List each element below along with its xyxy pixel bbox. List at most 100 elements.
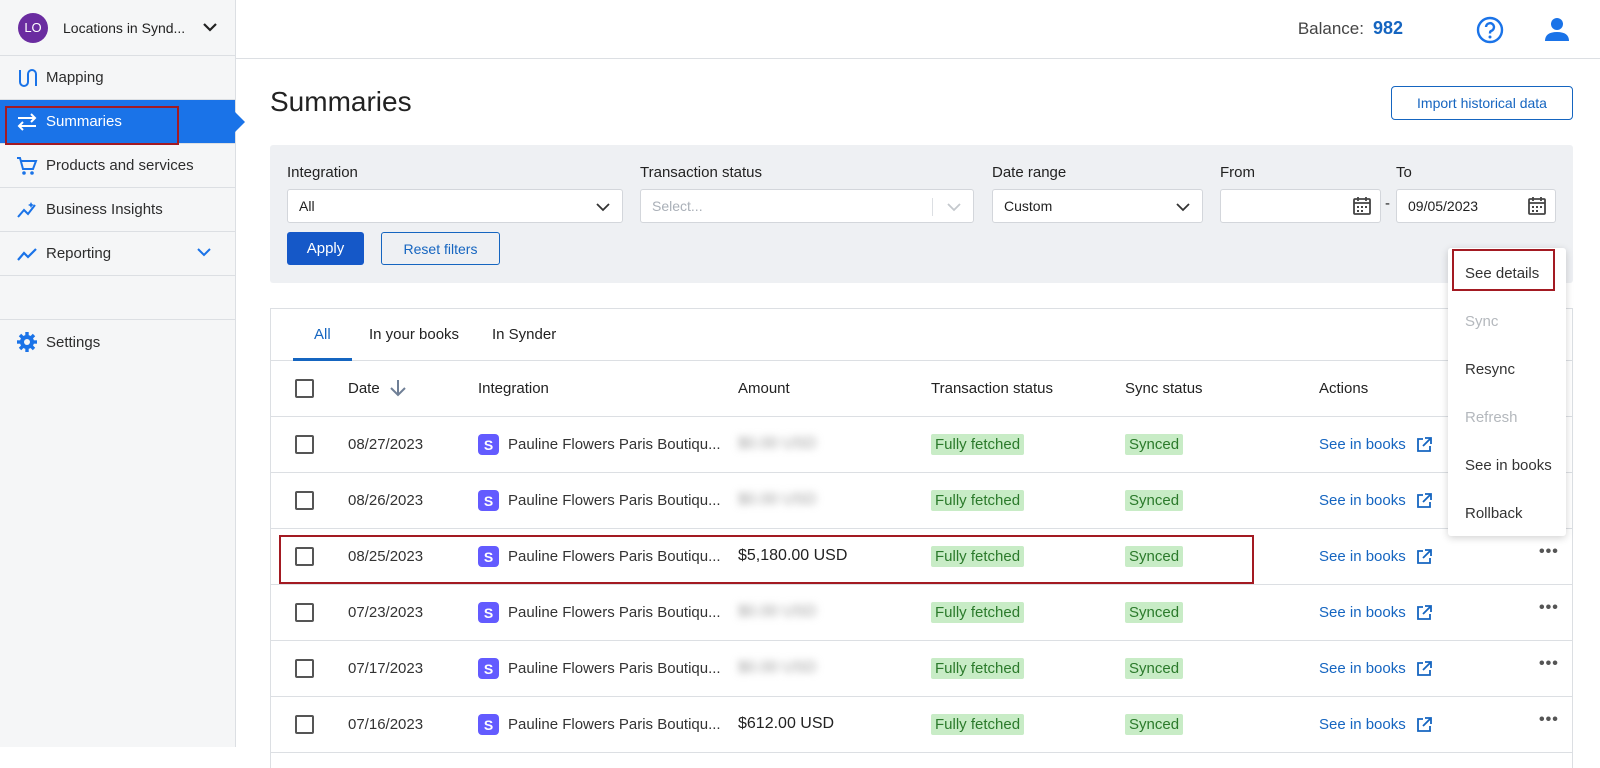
date-range-label: Date range <box>992 164 1067 181</box>
chevron-down-icon[interactable] <box>203 19 217 37</box>
apply-button[interactable]: Apply <box>287 232 364 265</box>
org-switcher[interactable]: LO Locations in Synd... <box>0 0 235 56</box>
row-checkbox[interactable] <box>295 435 314 454</box>
sort-down-arrow-icon[interactable] <box>389 378 407 402</box>
row-integration: Pauline Flowers Paris Boutiqu... <box>508 492 721 509</box>
sidebar-item-label: Settings <box>46 333 101 351</box>
to-date-value: 09/05/2023 <box>1408 198 1479 214</box>
sidebar-item-settings[interactable]: Settings <box>0 320 235 364</box>
sync-status-badge: Synced <box>1125 658 1184 679</box>
menu-item-see-in-books[interactable]: See in books <box>1465 457 1552 474</box>
row-checkbox[interactable] <box>295 715 314 734</box>
menu-item-resync[interactable]: Resync <box>1465 361 1515 378</box>
table-row[interactable]: 07/16/2023 S Pauline Flowers Paris Boutiqu… <box>271 697 1572 753</box>
table-row[interactable]: 07/17/2023 S Pauline Flowers Paris Boutiqu… <box>271 641 1572 697</box>
see-in-books-link[interactable]: See in books <box>1319 492 1432 509</box>
select-all-checkbox[interactable] <box>295 379 314 398</box>
actions-menu: See details Sync Resync Refresh See in b… <box>1448 248 1566 536</box>
row-integration: Pauline Flowers Paris Boutiqu... <box>508 604 721 621</box>
table-row[interactable]: 08/27/2023 S Pauline Flowers Paris Boutiqu… <box>271 417 1572 473</box>
chevron-down-icon[interactable] <box>197 244 211 261</box>
stripe-icon: S <box>478 602 499 623</box>
filters-panel: Integration All Transaction status Selec… <box>270 145 1573 283</box>
transaction-status-badge: Fully fetched <box>931 658 1025 679</box>
user-icon[interactable] <box>1544 16 1570 47</box>
table-row[interactable]: 08/26/2023 S Pauline Flowers Paris Boutiqu… <box>271 473 1572 529</box>
row-checkbox[interactable] <box>295 603 314 622</box>
more-actions-icon[interactable]: ••• <box>1539 655 1559 673</box>
more-actions-icon[interactable]: ••• <box>1539 543 1559 561</box>
transaction-status-select[interactable]: Select... <box>640 189 974 223</box>
see-in-books-label: See in books <box>1319 436 1406 453</box>
row-checkbox[interactable] <box>295 491 314 510</box>
column-header-sync-status: Sync status <box>1125 380 1203 397</box>
from-date-input[interactable] <box>1220 189 1381 223</box>
sidebar-item-mapping[interactable]: Mapping <box>0 56 235 100</box>
see-in-books-link[interactable]: See in books <box>1319 660 1432 677</box>
tab-in-synder[interactable]: In Synder <box>492 326 556 343</box>
see-in-books-link[interactable]: See in books <box>1319 436 1432 453</box>
row-integration: Pauline Flowers Paris Boutiqu... <box>508 436 721 453</box>
stripe-icon: S <box>478 714 499 735</box>
row-date: 07/23/2023 <box>348 604 424 621</box>
see-in-books-label: See in books <box>1319 716 1406 733</box>
sidebar-item-label: Mapping <box>46 69 104 86</box>
balance-label: Balance: <box>1297 19 1364 38</box>
more-actions-icon[interactable]: ••• <box>1539 599 1559 617</box>
integration-select-value: All <box>299 198 315 214</box>
date-range-value: Custom <box>1004 198 1053 214</box>
see-in-books-label: See in books <box>1319 660 1406 677</box>
see-in-books-link[interactable]: See in books <box>1319 716 1432 733</box>
row-highlight <box>279 535 1254 584</box>
transaction-status-badge: Fully fetched <box>931 714 1025 735</box>
calendar-icon[interactable] <box>1352 196 1372 219</box>
row-checkbox[interactable] <box>295 659 314 678</box>
external-link-icon <box>1416 548 1432 565</box>
cart-icon <box>16 155 38 177</box>
integration-select[interactable]: All <box>287 189 623 223</box>
gear-icon <box>16 331 38 353</box>
date-range-select[interactable]: Custom <box>992 189 1203 223</box>
chevron-down-icon <box>596 199 610 215</box>
from-label: From <box>1220 164 1255 181</box>
tab-in-your-books[interactable]: In your books <box>369 326 459 343</box>
calendar-icon[interactable] <box>1527 196 1547 219</box>
row-amount: $612.00 USD <box>738 715 835 732</box>
column-header-actions: Actions <box>1319 380 1369 397</box>
row-date: 07/17/2023 <box>348 660 424 677</box>
row-amount: $0.00 USD <box>738 659 817 676</box>
sidebar-item-reporting[interactable]: Reporting <box>0 232 235 276</box>
sidebar-item-label: Products and services <box>46 157 194 174</box>
insights-icon <box>16 199 38 221</box>
topbar: Balance: 982 <box>236 0 1600 59</box>
see-in-books-link[interactable]: See in books <box>1319 548 1432 565</box>
external-link-icon <box>1416 660 1432 677</box>
column-header-integration: Integration <box>478 380 549 397</box>
menu-item-rollback[interactable]: Rollback <box>1465 505 1523 522</box>
menu-item-refresh: Refresh <box>1465 409 1518 426</box>
mapping-icon <box>16 67 38 89</box>
see-details-highlight <box>1452 249 1555 291</box>
column-header-date[interactable]: Date <box>348 380 380 397</box>
to-date-input[interactable]: 09/05/2023 <box>1396 189 1556 223</box>
see-in-books-link[interactable]: See in books <box>1319 604 1432 621</box>
tab-all[interactable]: All <box>314 326 331 343</box>
date-separator: - <box>1385 195 1390 212</box>
row-amount: $0.00 USD <box>738 603 817 620</box>
more-actions-icon[interactable]: ••• <box>1539 711 1559 729</box>
to-label: To <box>1396 164 1412 181</box>
stripe-icon: S <box>478 434 499 455</box>
column-header-amount: Amount <box>738 380 790 397</box>
reset-filters-button[interactable]: Reset filters <box>381 232 500 265</box>
import-historical-data-button[interactable]: Import historical data <box>1391 86 1573 120</box>
external-link-icon <box>1416 492 1432 509</box>
sidebar-item-business-insights[interactable]: Business Insights <box>0 188 235 232</box>
external-link-icon <box>1416 716 1432 733</box>
help-icon[interactable] <box>1476 16 1504 49</box>
sidebar-item-products[interactable]: Products and services <box>0 144 235 188</box>
sync-status-badge: Synced <box>1125 602 1184 623</box>
sidebar-item-label: Reporting <box>46 245 112 262</box>
table-row[interactable]: 07/23/2023 S Pauline Flowers Paris Boutiqu… <box>271 585 1572 641</box>
org-name: Locations in Synd... <box>63 19 186 36</box>
avatar: LO <box>18 12 48 43</box>
